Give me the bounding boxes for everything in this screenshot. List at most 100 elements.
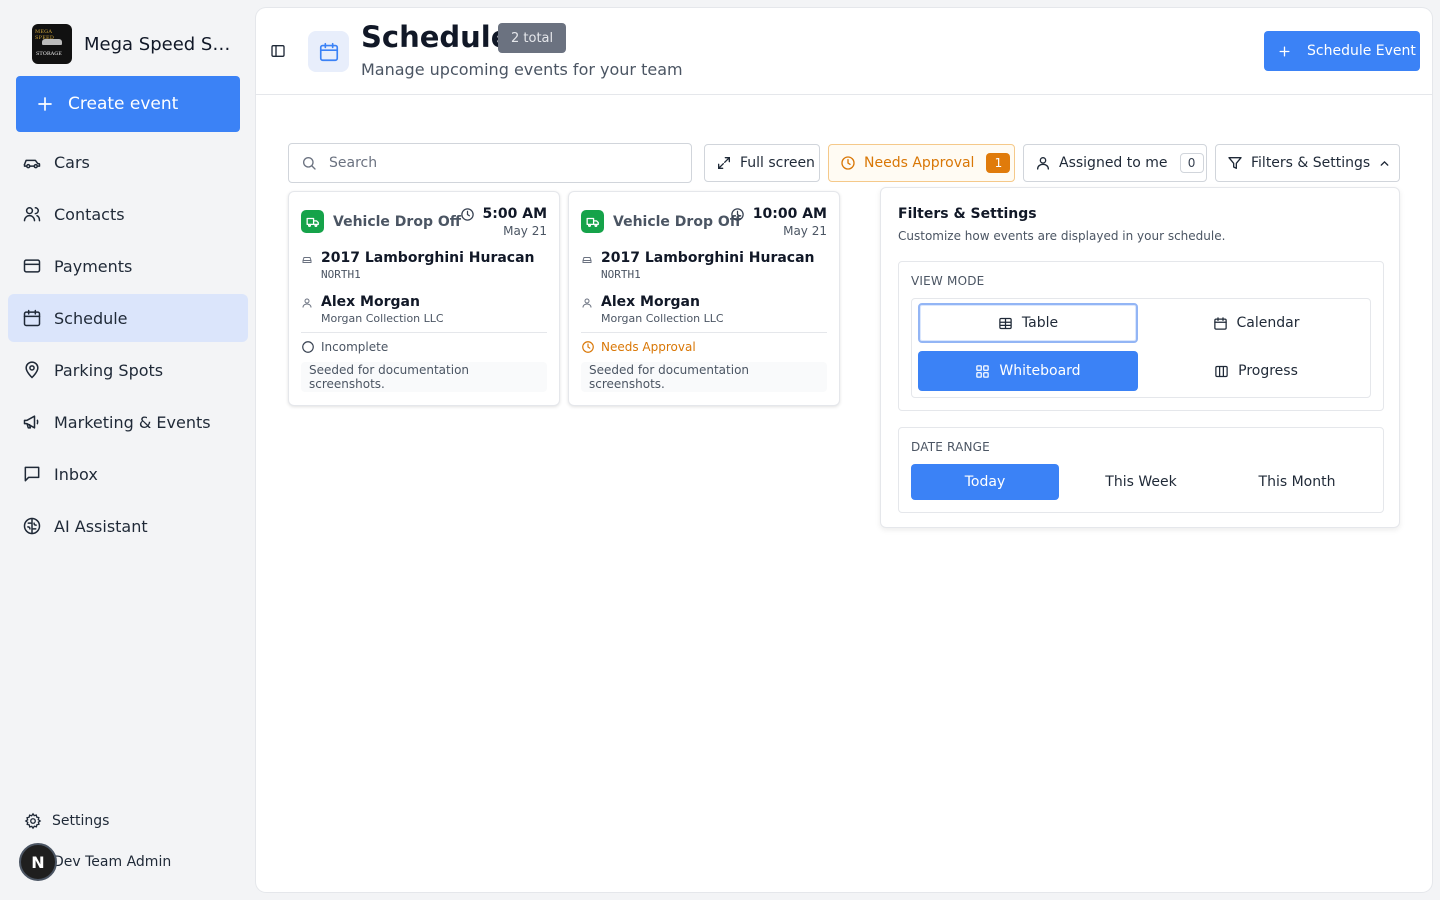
view-mode-progress-label: Progress	[1238, 363, 1298, 379]
calendar-icon	[1213, 316, 1227, 330]
credit-card-icon	[23, 259, 41, 273]
sidebar-item-contacts[interactable]: Contacts	[8, 190, 248, 238]
create-event-button[interactable]: Create event	[16, 76, 240, 132]
card-divider	[301, 332, 547, 333]
view-mode-table-label: Table	[1021, 315, 1059, 331]
view-mode-group: Table Calendar Whiteboard Progress	[911, 298, 1371, 398]
needs-approval-count: 1	[986, 153, 1011, 173]
filters-settings-button[interactable]: Filters & Settings	[1215, 144, 1400, 182]
page-subtitle: Manage upcoming events for your team	[361, 60, 683, 79]
schedule-event-button[interactable]: Schedule Event	[1264, 31, 1420, 71]
car-icon	[23, 159, 41, 169]
plus-icon	[1279, 46, 1290, 56]
assigned-to-me-label: Assigned to me	[1059, 155, 1168, 171]
filter-icon	[1228, 157, 1242, 169]
search-input[interactable]	[329, 155, 669, 171]
sidebar-item-parking-spots[interactable]: Parking Spots	[8, 346, 248, 394]
contact-company: Morgan Collection LLC	[601, 312, 724, 325]
columns-icon	[1215, 365, 1228, 377]
sidebar-item-label: Cars	[54, 152, 90, 172]
calendar-icon	[319, 42, 338, 61]
full-screen-label: Full screen	[740, 155, 815, 171]
view-mode-table[interactable]: Table	[918, 303, 1138, 343]
sidebar-settings[interactable]: Settings	[24, 812, 109, 830]
event-time: 5:00 AM May 21	[460, 206, 547, 238]
contact-row: Alex Morgan Morgan Collection LLC	[301, 294, 444, 325]
full-screen-button[interactable]: Full screen	[704, 144, 820, 182]
event-note: Seeded for documentation screenshots.	[301, 362, 547, 392]
main-panel: Schedule 2 total Manage upcoming events …	[256, 8, 1432, 892]
sidebar: MEGA SPEED STORAGE Mega Speed Storage Cr…	[0, 0, 256, 900]
assigned-count: 0	[1179, 153, 1204, 173]
avatar: N	[19, 843, 57, 881]
vehicle-row: 2017 Lamborghini Huracan NORTH1	[581, 250, 815, 281]
map-pin-icon	[25, 361, 39, 379]
settings-label: Settings	[52, 813, 110, 829]
filters-settings-panel: Filters & Settings Customize how events …	[880, 187, 1400, 528]
sidebar-item-ai-assistant[interactable]: AI Assistant	[8, 502, 248, 550]
vehicle-name: 2017 Lamborghini Huracan	[321, 250, 535, 266]
contact-name: Alex Morgan	[601, 294, 700, 310]
event-type-label: Vehicle Drop Off	[613, 213, 742, 230]
grid-icon	[976, 364, 990, 378]
clock-icon	[841, 156, 855, 170]
users-icon	[23, 207, 41, 222]
needs-approval-button[interactable]: Needs Approval 1	[828, 144, 1015, 182]
circle-icon	[302, 341, 314, 353]
date-range-today[interactable]: Today	[911, 464, 1059, 500]
sidebar-item-payments[interactable]: Payments	[8, 242, 248, 290]
view-mode-label: VIEW MODE	[911, 274, 985, 288]
sidebar-user[interactable]: N Dev Team Admin	[19, 843, 171, 881]
event-card[interactable]: Vehicle Drop Off 5:00 AM May 21 2017 Lam…	[288, 191, 560, 406]
car-icon	[302, 257, 312, 263]
sidebar-item-label: Marketing & Events	[54, 412, 211, 432]
page-icon-box	[308, 31, 349, 72]
event-card[interactable]: Vehicle Drop Off 10:00 AM May 21 2017 La…	[568, 191, 840, 406]
sidebar-nav: Cars Contacts Payments Schedule Parking …	[8, 138, 248, 554]
view-mode-calendar-label: Calendar	[1236, 315, 1300, 331]
event-type: Vehicle Drop Off	[301, 210, 461, 233]
sidebar-item-cars[interactable]: Cars	[8, 138, 248, 186]
assigned-to-me-button[interactable]: Assigned to me 0	[1023, 144, 1207, 182]
event-date: May 21	[503, 224, 547, 238]
filters-settings-label: Filters & Settings	[1251, 155, 1371, 171]
date-range-this-week[interactable]: This Week	[1067, 464, 1215, 500]
date-range-label: DATE RANGE	[911, 440, 990, 454]
car-icon	[582, 257, 592, 263]
brand[interactable]: MEGA SPEED STORAGE Mega Speed Storage	[32, 24, 232, 64]
view-mode-whiteboard[interactable]: Whiteboard	[918, 351, 1138, 391]
date-range-this-month[interactable]: This Month	[1223, 464, 1371, 500]
sidebar-item-inbox[interactable]: Inbox	[8, 450, 248, 498]
vehicle-plate: NORTH1	[321, 268, 361, 281]
sidebar-item-label: Schedule	[54, 308, 128, 328]
event-date: May 21	[783, 224, 827, 238]
card-divider	[581, 332, 827, 333]
event-note: Seeded for documentation screenshots.	[581, 362, 827, 392]
search-box	[288, 143, 692, 183]
event-time-value: 5:00 AM	[482, 206, 547, 222]
sidebar-item-schedule[interactable]: Schedule	[8, 294, 248, 342]
brain-icon	[23, 517, 41, 535]
needs-approval-label: Needs Approval	[864, 155, 975, 171]
event-time: 10:00 AM May 21	[730, 206, 827, 238]
view-mode-calendar[interactable]: Calendar	[1146, 303, 1366, 343]
gear-icon	[24, 812, 42, 830]
filters-subtitle: Customize how events are displayed in yo…	[898, 229, 1226, 243]
vehicle-name: 2017 Lamborghini Huracan	[601, 250, 815, 266]
contact-row: Alex Morgan Morgan Collection LLC	[581, 294, 724, 325]
user-icon	[302, 298, 312, 308]
user-icon	[1037, 157, 1049, 170]
message-square-icon	[24, 466, 40, 482]
truck-icon	[581, 210, 604, 233]
brand-name: Mega Speed Storage	[84, 33, 232, 55]
view-mode-progress[interactable]: Progress	[1146, 351, 1366, 391]
brand-logo: MEGA SPEED STORAGE	[32, 24, 72, 64]
search-icon	[303, 157, 316, 170]
clock-icon	[460, 207, 474, 221]
sidebar-item-marketing-events[interactable]: Marketing & Events	[8, 398, 248, 446]
view-mode-section: VIEW MODE Table Calendar Whiteboard Prog…	[898, 261, 1384, 411]
sidebar-toggle-icon[interactable]	[270, 43, 286, 59]
total-badge: 2 total	[498, 23, 567, 53]
megaphone-icon	[23, 415, 39, 429]
expand-icon	[718, 157, 730, 169]
